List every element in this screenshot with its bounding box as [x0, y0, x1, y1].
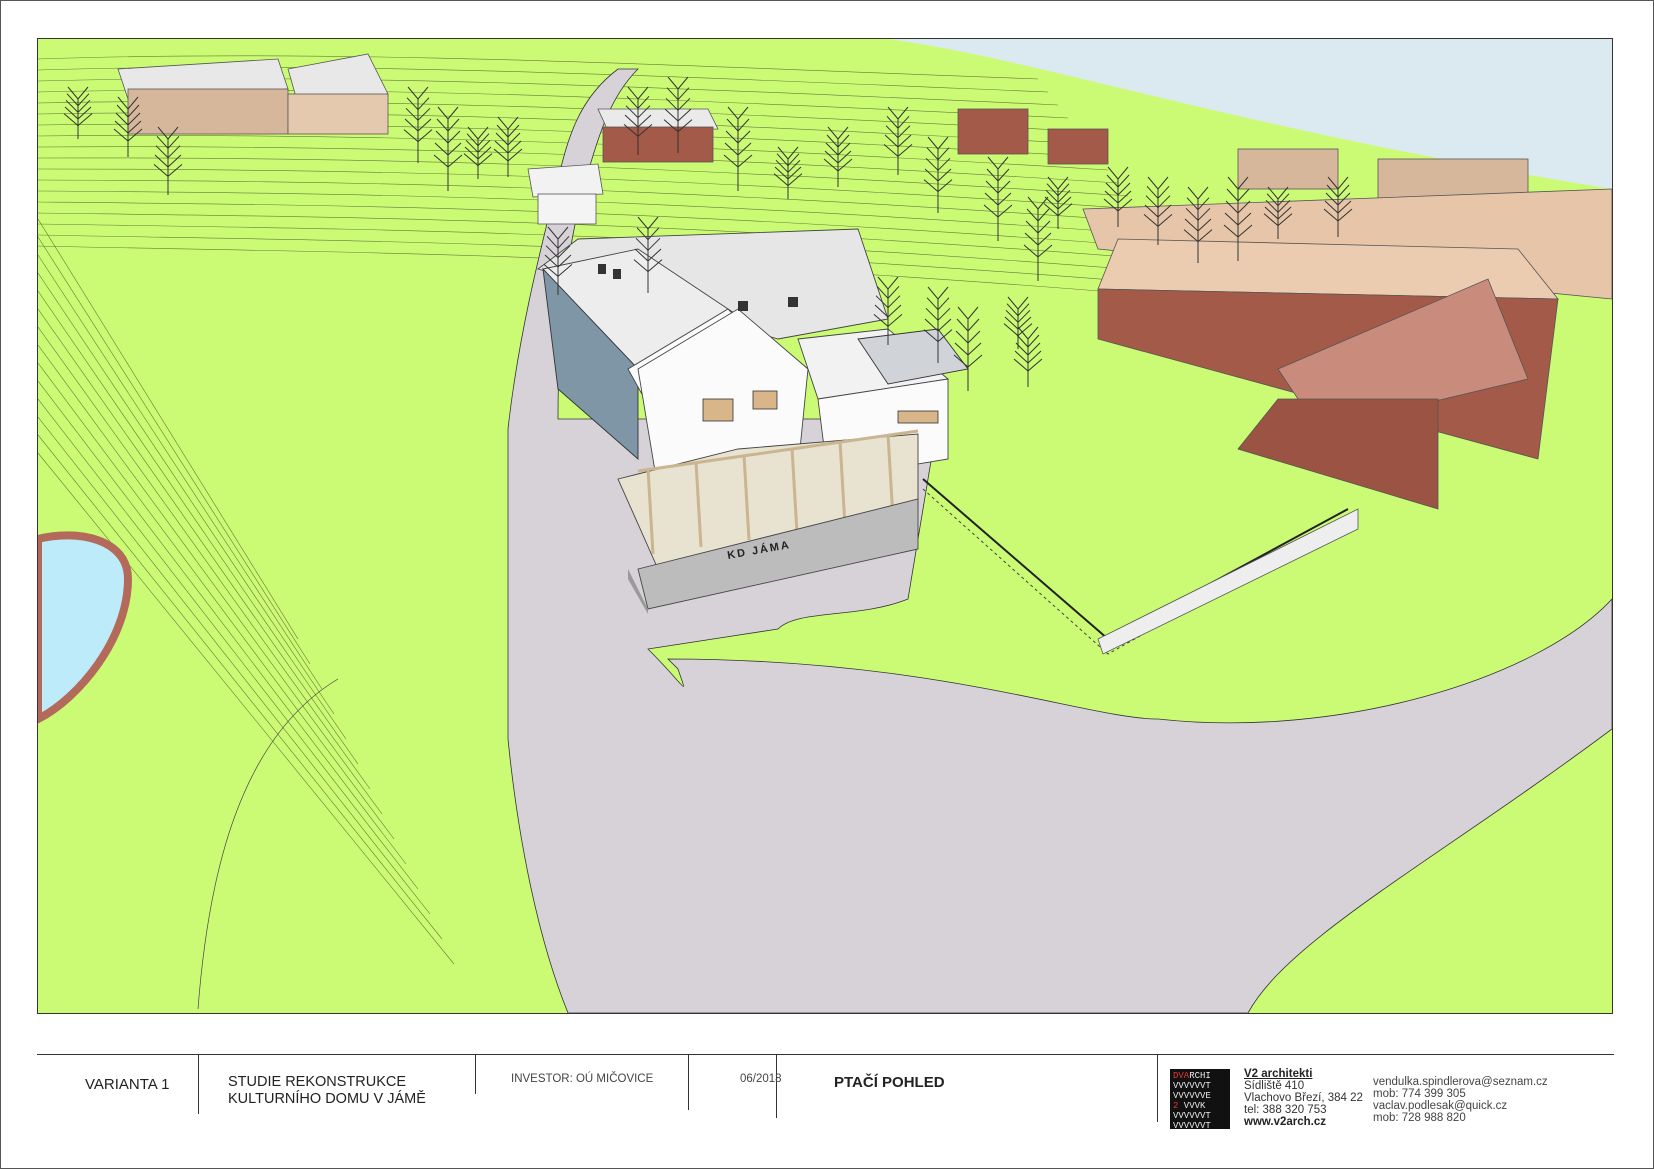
contact-list: vendulka.spindlerova@seznam.cz mob: 774 … — [1373, 1076, 1548, 1124]
date-label: 06/2018 — [740, 1073, 782, 1085]
background-shed — [597, 108, 719, 163]
contact-email-2[interactable]: vaclav.podlesak@quick.cz — [1373, 1100, 1548, 1112]
studio-address-line1: Sídliště 410 — [1244, 1080, 1305, 1092]
separator — [475, 1054, 476, 1094]
small-garage — [527, 163, 604, 225]
logo-row: 2 VVVK — [1173, 1101, 1206, 1111]
study-title: STUDIE REKONSTRUKCE KULTURNÍHO DOMU V JÁM… — [228, 1074, 426, 1108]
separator — [1157, 1054, 1158, 1122]
bird-eye-view-rendering: KD JÁMA — [37, 38, 1613, 1014]
view-title: PTAČÍ POHLED — [834, 1074, 945, 1091]
studio-name: V2 architekti — [1244, 1068, 1313, 1080]
logo-row: DVARCHI — [1173, 1071, 1211, 1081]
study-title-line2: KULTURNÍHO DOMU V JÁMĚ — [228, 1091, 426, 1107]
logo-row: VVVVVVE — [1173, 1091, 1211, 1101]
v2-logo: DVARCHI VVVVVVT VVVVVVE 2 VVVK VVVVVVT V… — [1170, 1069, 1230, 1129]
title-block: VARIANTA 1 STUDIE REKONSTRUKCE KULTURNÍHO… — [37, 1054, 1614, 1148]
scene-svg: KD JÁMA — [38, 39, 1612, 1013]
logo-row: VVVVVVT — [1173, 1111, 1211, 1121]
variant-label: VARIANTA 1 — [85, 1076, 170, 1093]
study-title-line1: STUDIE REKONSTRUKCE — [228, 1074, 407, 1090]
contact-mobile-2: mob: 728 988 820 — [1373, 1112, 1466, 1124]
studio-info: V2 architekti Sídliště 410 Vlachovo Břez… — [1244, 1068, 1363, 1128]
contact-email-1[interactable]: vendulka.spindlerova@seznam.cz — [1373, 1076, 1548, 1088]
logo-row: VVVVVVT — [1173, 1121, 1211, 1129]
investor-label: INVESTOR: OÚ MIČOVICE — [511, 1073, 654, 1085]
separator — [198, 1054, 199, 1114]
separator — [776, 1054, 777, 1118]
studio-phone: tel: 388 320 753 — [1244, 1104, 1327, 1116]
contact-mobile-1: mob: 774 399 305 — [1373, 1088, 1466, 1100]
logo-row: VVVVVVT — [1173, 1081, 1211, 1091]
title-block-top-rule — [37, 1054, 1614, 1055]
studio-website[interactable]: www.v2arch.cz — [1244, 1116, 1363, 1128]
studio-address-line2: Vlachovo Březí, 384 22 — [1244, 1092, 1363, 1104]
separator — [688, 1054, 689, 1110]
